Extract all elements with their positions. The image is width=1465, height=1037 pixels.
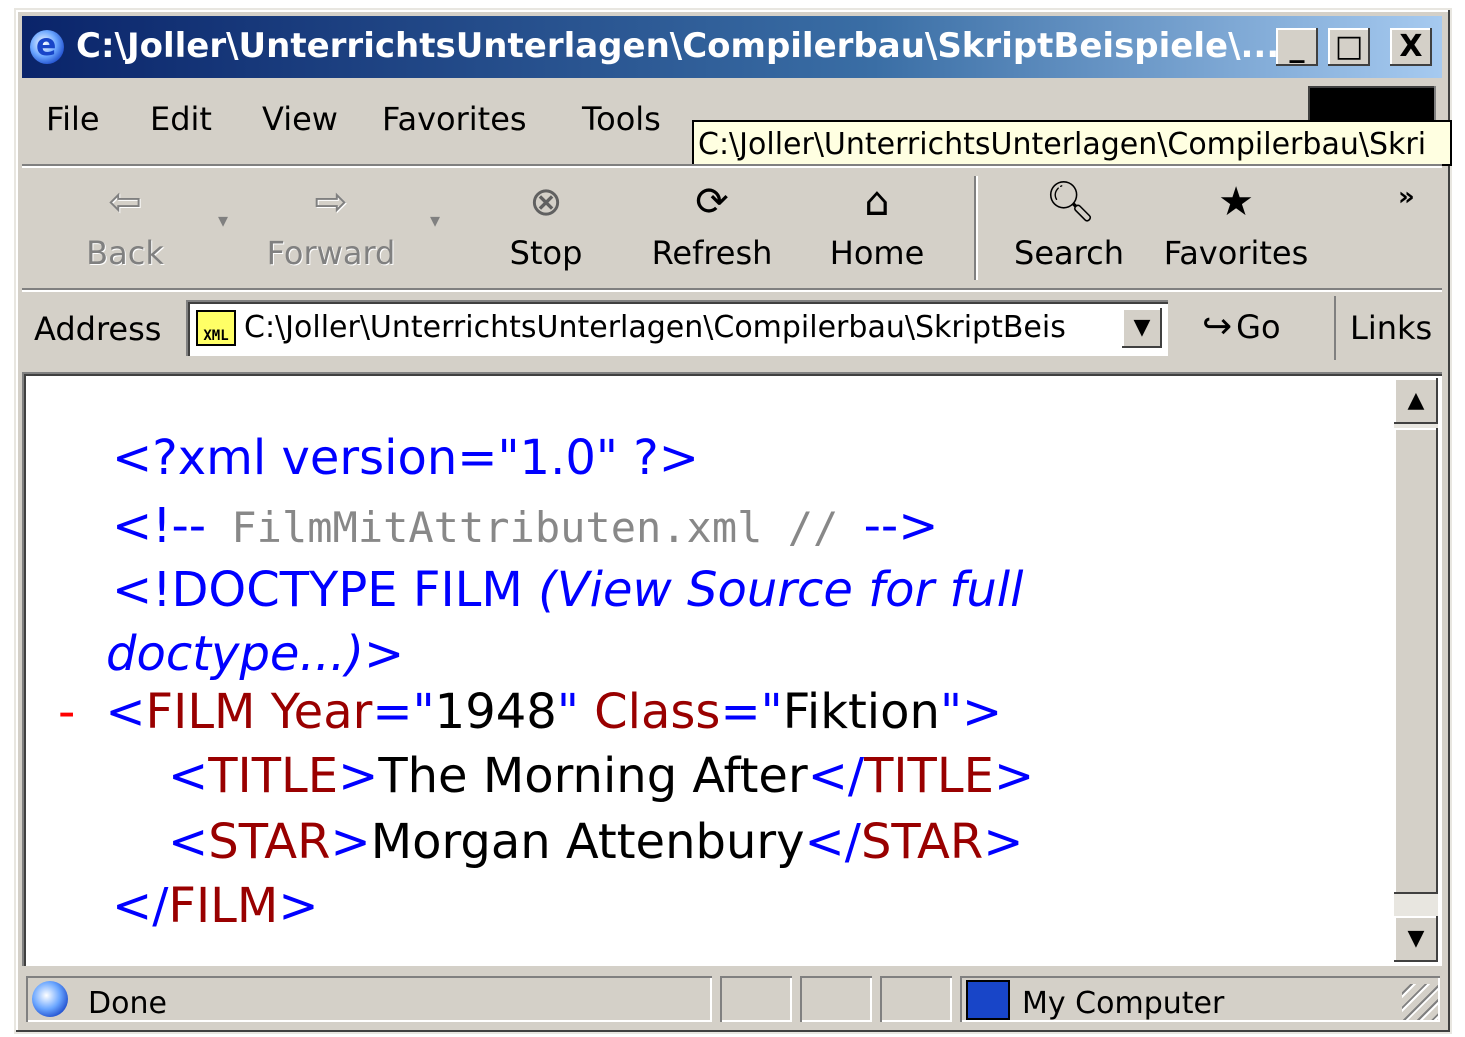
status-pane-3 <box>800 976 872 1022</box>
scroll-thumb[interactable] <box>1394 428 1438 894</box>
home-button[interactable]: ⌂ Home <box>822 178 932 272</box>
minimize-button[interactable]: _ <box>1276 28 1318 66</box>
address-dropdown-button[interactable]: ▼ <box>1122 308 1162 348</box>
toolbar-separator <box>974 176 978 280</box>
go-button[interactable]: ↪ Go <box>1202 306 1281 347</box>
go-arrow-icon: ↪ <box>1202 306 1233 347</box>
address-label: Address <box>34 310 162 348</box>
xml-title-element: <TITLE>The Morning After</TITLE> <box>168 748 1035 804</box>
xml-film-open: - <FILM Year="1948" Class="Fiktion"> <box>58 684 1003 740</box>
address-value[interactable]: C:\Joller\UnterrichtsUnterlagen\Compiler… <box>244 310 1110 345</box>
address-tooltip: C:\Joller\UnterrichtsUnterlagen\Compiler… <box>692 120 1452 166</box>
toolbar-overflow-chevron[interactable]: » <box>1398 182 1415 212</box>
favorites-label: Favorites <box>1163 234 1309 272</box>
refresh-icon: ⟳ <box>695 179 729 225</box>
xml-doctype-continued: doctype...)> <box>106 626 405 682</box>
back-label: Back <box>86 234 164 272</box>
close-button[interactable]: X <box>1390 28 1432 66</box>
back-arrow-icon: ⇦ <box>108 179 142 225</box>
status-zone-pane: My Computer <box>960 976 1440 1022</box>
forward-label: Forward <box>266 234 396 272</box>
browser-window: e C:\Joller\UnterrichtsUnterlagen\Compil… <box>14 8 1452 1034</box>
menu-edit[interactable]: Edit <box>150 100 212 138</box>
scroll-up-button[interactable]: ▲ <box>1394 378 1438 424</box>
search-icon: 🔍︎ <box>1045 179 1096 225</box>
xml-declaration: <?xml version="1.0" ?> <box>112 430 699 486</box>
window-title: C:\Joller\UnterrichtsUnterlagen\Compiler… <box>76 26 1276 66</box>
favorites-folder-icon: ★ <box>1218 179 1254 225</box>
favorites-button[interactable]: ★ Favorites <box>1156 178 1316 272</box>
go-label: Go <box>1236 308 1281 346</box>
xml-file-icon: XML <box>196 310 236 346</box>
forward-dropdown-icon[interactable]: ▾ <box>430 208 440 232</box>
vertical-scrollbar[interactable]: ▲ ▼ <box>1394 378 1438 962</box>
xml-viewer: <?xml version="1.0" ?> <!-- FilmMitAttri… <box>22 372 1442 966</box>
xml-film-close: </FILM> <box>112 878 319 934</box>
menu-tools[interactable]: Tools <box>582 100 661 138</box>
resize-grip[interactable] <box>1402 984 1438 1020</box>
collapse-toggle[interactable]: - <box>58 684 75 740</box>
stop-label: Stop <box>509 234 583 272</box>
xml-comment: <!-- FilmMitAttributen.xml // --> <box>112 498 939 554</box>
status-bar: Done My Computer <box>22 972 1442 1026</box>
stop-icon: ⊗ <box>529 179 563 225</box>
refresh-button[interactable]: ⟳ Refresh <box>642 178 782 272</box>
links-button[interactable]: Links <box>1334 296 1432 360</box>
home-label: Home <box>829 234 925 272</box>
search-button[interactable]: 🔍︎ Search <box>1004 178 1134 272</box>
status-pane-2 <box>720 976 792 1022</box>
xml-doctype: <!DOCTYPE FILM (View Source for full <box>112 562 1024 618</box>
address-input[interactable]: XML C:\Joller\UnterrichtsUnterlagen\Comp… <box>186 300 1168 356</box>
menu-favorites[interactable]: Favorites <box>382 100 527 138</box>
status-main-pane: Done <box>26 976 712 1022</box>
search-label: Search <box>1014 234 1124 272</box>
home-icon: ⌂ <box>864 179 890 225</box>
menu-file[interactable]: File <box>46 100 100 138</box>
forward-arrow-icon: ⇨ <box>314 179 348 225</box>
refresh-label: Refresh <box>651 234 773 272</box>
stop-button[interactable]: ⊗ Stop <box>496 178 596 272</box>
ie-page-icon <box>32 981 68 1017</box>
my-computer-icon <box>966 980 1010 1020</box>
address-bar: Address XML C:\Joller\UnterrichtsUnterla… <box>22 292 1442 364</box>
back-dropdown-icon[interactable]: ▾ <box>218 208 228 232</box>
status-text: Done <box>88 986 167 1021</box>
standard-toolbar: ⇦ Back ▾ ⇨ Forward ▾ ⊗ Stop ⟳ Refresh ⌂ … <box>22 168 1442 288</box>
status-pane-4 <box>880 976 952 1022</box>
title-bar[interactable]: e C:\Joller\UnterrichtsUnterlagen\Compil… <box>22 16 1442 78</box>
zone-label: My Computer <box>1022 986 1225 1021</box>
xml-star-element: <STAR>Morgan Attenbury</STAR> <box>168 814 1024 870</box>
maximize-button[interactable]: □ <box>1328 28 1370 66</box>
forward-button[interactable]: ⇨ Forward <box>256 178 406 272</box>
scroll-down-button[interactable]: ▼ <box>1394 916 1438 962</box>
menu-view[interactable]: View <box>262 100 338 138</box>
back-button[interactable]: ⇦ Back <box>70 178 180 272</box>
ie-logo-icon: e <box>30 28 64 64</box>
